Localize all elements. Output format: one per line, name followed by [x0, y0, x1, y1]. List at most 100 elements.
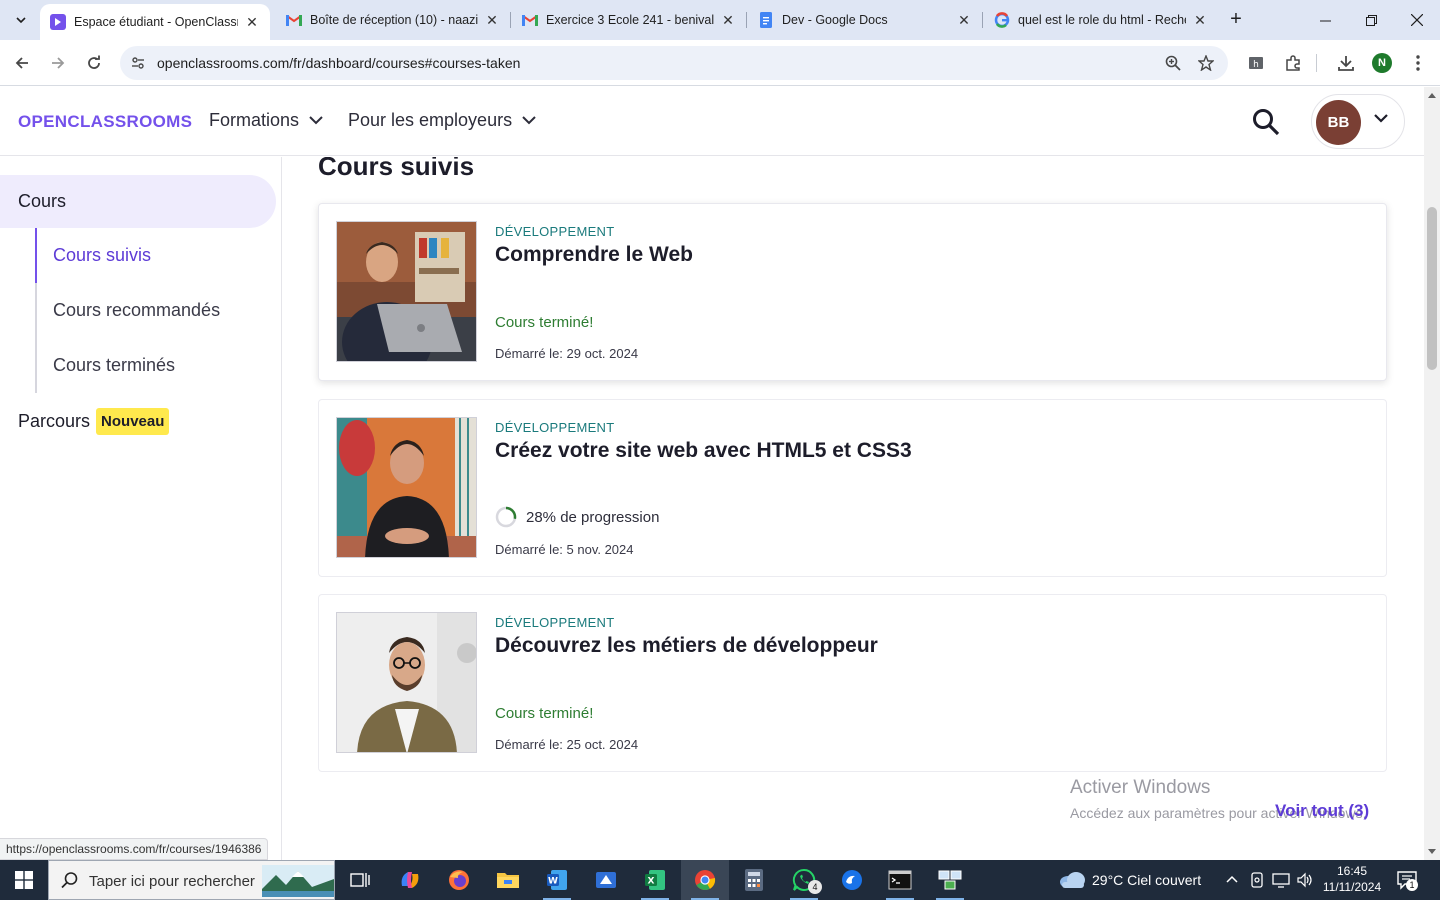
- scroll-up-icon[interactable]: [1428, 93, 1436, 98]
- back-button[interactable]: [8, 49, 36, 77]
- extension-icon[interactable]: h: [1245, 52, 1267, 74]
- taskbar-chrome[interactable]: [681, 860, 729, 900]
- nav-employeurs[interactable]: Pour les employeurs: [348, 110, 536, 131]
- more-vert-icon[interactable]: [1407, 52, 1429, 74]
- landscape-icon: [262, 865, 334, 897]
- nav-formations-label: Formations: [209, 110, 300, 130]
- sidebar-item-cours-suivis[interactable]: Cours suivis: [53, 245, 151, 266]
- taskbar-word[interactable]: W: [533, 860, 581, 900]
- sidebar-active-indicator: [35, 228, 37, 283]
- site-info-icon[interactable]: [128, 53, 148, 73]
- user-menu[interactable]: BB: [1311, 94, 1405, 149]
- sidebar-item-cours[interactable]: Cours: [0, 175, 276, 228]
- course-title[interactable]: Comprendre le Web: [495, 243, 693, 267]
- course-card[interactable]: DÉVELOPPEMENT Comprendre le Web Cours te…: [318, 203, 1387, 381]
- close-icon: [1411, 14, 1423, 26]
- clock-time: 16:45: [1336, 864, 1368, 878]
- tab-openclassrooms[interactable]: Espace étudiant - OpenClassrooms ✕: [40, 4, 270, 40]
- notification-count: 1: [1406, 879, 1418, 891]
- taskbar-copilot[interactable]: [386, 860, 434, 900]
- course-status: Cours terminé!: [495, 314, 594, 331]
- download-icon[interactable]: [1335, 52, 1357, 74]
- scroll-down-icon[interactable]: [1428, 849, 1436, 854]
- course-thumbnail: [336, 417, 477, 558]
- tab-search-button[interactable]: [8, 7, 34, 33]
- page-title: Cours suivis: [318, 157, 475, 181]
- minimize-icon: [1319, 20, 1331, 21]
- show-hidden-icons[interactable]: [1226, 872, 1238, 886]
- sidebar-item-parcours[interactable]: Parcours Nouveau: [18, 408, 170, 435]
- tab-google-search[interactable]: quel est le role du html - Reche ✕: [984, 0, 1218, 40]
- start-button[interactable]: [0, 860, 48, 900]
- tab-google-docs[interactable]: Dev - Google Docs ✕: [748, 0, 982, 40]
- close-icon[interactable]: ✕: [244, 14, 260, 31]
- course-title[interactable]: Créez votre site web avec HTML5 et CSS3: [495, 439, 912, 463]
- tab-gmail-exercise[interactable]: Exercice 3 Ecole 241 - benivalen ✕: [512, 0, 746, 40]
- taskbar-terminal[interactable]: [876, 860, 924, 900]
- close-icon[interactable]: ✕: [484, 12, 500, 29]
- tab-gmail-inbox[interactable]: Boîte de réception (10) - naazic ✕: [276, 0, 510, 40]
- course-title[interactable]: Découvrez les métiers de développeur: [495, 634, 878, 658]
- close-window-button[interactable]: [1394, 0, 1440, 40]
- system-clock[interactable]: 16:45 11/11/2024: [1320, 863, 1384, 895]
- meet-now-icon[interactable]: [1250, 872, 1264, 891]
- taskbar-excel[interactable]: X: [631, 860, 679, 900]
- taskbar-edge-app[interactable]: [828, 860, 876, 900]
- chevron-down-icon: [522, 116, 536, 125]
- search-button[interactable]: [1250, 106, 1282, 138]
- taskbar-scanner-app[interactable]: [582, 860, 630, 900]
- svg-text:h: h: [1253, 60, 1259, 70]
- sidebar-item-cours-termines[interactable]: Cours terminés: [53, 355, 175, 376]
- windows-taskbar: Taper ici pour rechercher W X 4 29°C Cie…: [0, 860, 1440, 900]
- volume-icon[interactable]: [1296, 872, 1314, 891]
- taskbar-calculator[interactable]: [730, 860, 778, 900]
- page-scrollbar[interactable]: [1424, 87, 1440, 860]
- course-start-date: Démarré le: 5 nov. 2024: [495, 542, 634, 557]
- taskbar-firefox[interactable]: [435, 860, 483, 900]
- calculator-icon: [745, 869, 763, 891]
- network-icon[interactable]: [1272, 872, 1290, 891]
- notification-center-button[interactable]: 1: [1396, 869, 1418, 896]
- puzzle-icon[interactable]: [1282, 52, 1304, 74]
- scanner-icon: [596, 872, 616, 888]
- svg-text:W: W: [548, 877, 558, 887]
- course-start-date: Démarré le: 29 oct. 2024: [495, 346, 639, 361]
- maximize-button[interactable]: [1348, 0, 1394, 40]
- forward-button[interactable]: [44, 49, 72, 77]
- sidebar-item-cours-recommandes[interactable]: Cours recommandés: [53, 300, 220, 321]
- browser-tab-bar: Espace étudiant - OpenClassrooms ✕ Boîte…: [0, 0, 1440, 40]
- gmail-icon: [286, 12, 302, 28]
- course-category: DÉVELOPPEMENT: [495, 615, 615, 630]
- windows-logo-icon: [15, 871, 33, 889]
- taskbar-whatsapp[interactable]: 4: [780, 860, 828, 900]
- close-icon[interactable]: ✕: [956, 12, 972, 29]
- tab-separator: [510, 12, 511, 28]
- weather-widget[interactable]: 29°C Ciel couvert: [1058, 860, 1201, 900]
- restore-icon: [1365, 14, 1377, 26]
- tab-title: Dev - Google Docs: [782, 13, 888, 27]
- close-icon[interactable]: ✕: [720, 12, 736, 29]
- see-all-link[interactable]: Voir tout (3): [1275, 801, 1369, 821]
- nav-formations[interactable]: Formations: [209, 110, 323, 131]
- reload-button[interactable]: [80, 49, 108, 77]
- bookmark-star-icon[interactable]: [1196, 53, 1216, 73]
- terminal-icon: [888, 870, 912, 890]
- zoom-icon[interactable]: [1163, 53, 1183, 73]
- address-bar[interactable]: openclassrooms.com/fr/dashboard/courses#…: [120, 46, 1228, 80]
- course-card[interactable]: DÉVELOPPEMENT Découvrez les métiers de d…: [318, 594, 1387, 772]
- new-tab-button[interactable]: +: [1224, 8, 1248, 32]
- minimize-button[interactable]: [1302, 0, 1348, 40]
- taskbar-file-explorer[interactable]: [484, 860, 532, 900]
- notification-count: 4: [808, 880, 822, 894]
- openclassrooms-logo[interactable]: OPENCLASSROOMS: [18, 112, 192, 132]
- profile-avatar[interactable]: N: [1372, 53, 1392, 73]
- google-icon: [994, 12, 1010, 28]
- course-card[interactable]: DÉVELOPPEMENT Créez votre site web avec …: [318, 399, 1387, 577]
- scrollbar-thumb[interactable]: [1427, 207, 1437, 370]
- close-icon[interactable]: ✕: [1192, 12, 1208, 29]
- firefox-icon: [449, 870, 469, 890]
- taskbar-search[interactable]: Taper ici pour rechercher: [48, 860, 335, 900]
- task-view-button[interactable]: [336, 860, 384, 900]
- taskbar-remote-desktop[interactable]: [926, 860, 974, 900]
- excel-icon: X: [645, 870, 665, 890]
